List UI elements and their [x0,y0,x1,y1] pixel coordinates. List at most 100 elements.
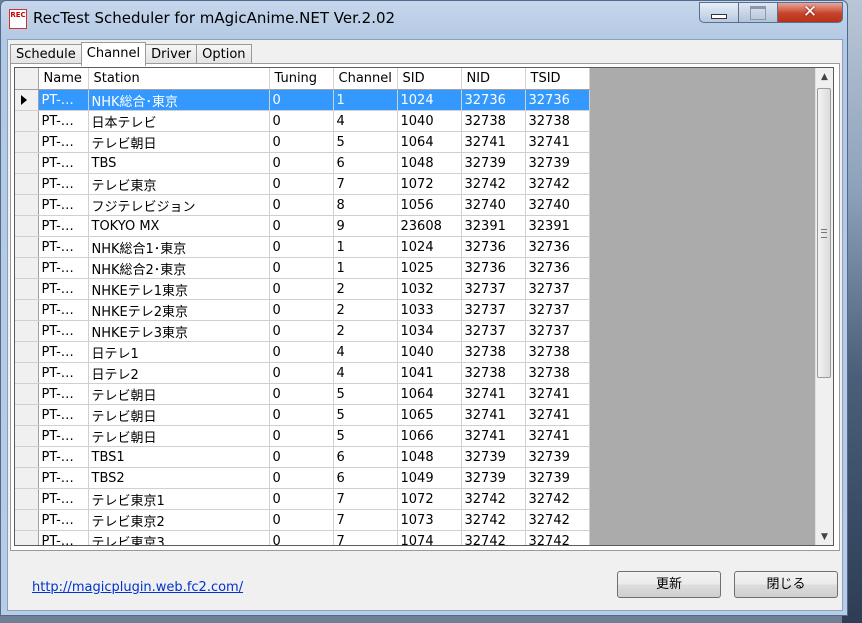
cell-tuning[interactable]: 0 [269,278,334,300]
cell-tuning[interactable]: 0 [269,320,334,342]
cell-station[interactable]: テレビ東京2 [88,509,270,531]
row-header[interactable] [15,173,39,195]
table-row[interactable]: PT-… フジテレビジョン 0 8 1056 32740 32740 [15,194,590,216]
table-row[interactable]: PT-… テレビ東京3 0 7 1074 32742 32742 [15,530,590,545]
cell-tuning[interactable]: 0 [269,131,334,153]
row-header[interactable] [15,236,39,258]
cell-station[interactable]: TBS2 [88,467,270,489]
tab-driver[interactable]: Driver [145,44,198,64]
cell-tuning[interactable]: 0 [269,530,334,545]
cell-channel[interactable]: 6 [333,152,398,174]
close-button[interactable]: 閉じる [734,571,838,598]
cell-station[interactable]: テレビ東京3 [88,530,270,545]
cell-sid[interactable]: 1049 [397,467,462,489]
cell-station[interactable]: TBS [88,152,270,174]
cell-channel[interactable]: 4 [333,110,398,132]
cell-tuning[interactable]: 0 [269,110,334,132]
cell-tsid[interactable]: 32739 [525,467,590,489]
cell-name[interactable]: PT-… [38,236,89,258]
cell-name[interactable]: PT-… [38,257,89,279]
cell-station[interactable]: NHK総合1･東京 [88,236,270,258]
cell-channel[interactable]: 2 [333,299,398,321]
cell-station[interactable]: 日本テレビ [88,110,270,132]
cell-sid[interactable]: 1040 [397,110,462,132]
cell-sid[interactable]: 23608 [397,215,462,237]
cell-nid[interactable]: 32736 [461,257,526,279]
cell-station[interactable]: 日テレ1 [88,341,270,363]
cell-nid[interactable]: 32737 [461,278,526,300]
cell-tsid[interactable]: 32738 [525,362,590,384]
cell-tuning[interactable]: 0 [269,152,334,174]
cell-tuning[interactable]: 0 [269,173,334,195]
row-header[interactable] [15,488,39,510]
cell-channel[interactable]: 7 [333,530,398,545]
cell-tuning[interactable]: 0 [269,299,334,321]
cell-name[interactable]: PT-… [38,131,89,153]
cell-station[interactable]: テレビ朝日 [88,383,270,405]
table-row[interactable]: PT-… TOKYO MX 0 9 23608 32391 32391 [15,215,590,237]
cell-nid[interactable]: 32736 [461,236,526,258]
cell-name[interactable]: PT-… [38,299,89,321]
row-header[interactable] [15,299,39,321]
table-row[interactable]: PT-… NHK総合1･東京 0 1 1024 32736 32736 [15,236,590,258]
table-row[interactable]: PT-… 日本テレビ 0 4 1040 32738 32738 [15,110,590,132]
cell-tsid[interactable]: 32742 [525,488,590,510]
cell-nid[interactable]: 32741 [461,131,526,153]
scroll-thumb[interactable] [817,88,831,378]
cell-channel[interactable]: 7 [333,488,398,510]
cell-tsid[interactable]: 32739 [525,446,590,468]
column-header-station[interactable]: Station [88,68,270,90]
cell-channel[interactable]: 8 [333,194,398,216]
cell-tuning[interactable]: 0 [269,257,334,279]
cell-sid[interactable]: 1073 [397,509,462,531]
close-window-button[interactable]: ✕ [777,2,843,23]
cell-station[interactable]: テレビ東京 [88,173,270,195]
table-row[interactable]: PT-… TBS1 0 6 1048 32739 32739 [15,446,590,468]
cell-nid[interactable]: 32742 [461,488,526,510]
column-header-tuning[interactable]: Tuning [269,68,334,90]
tab-channel[interactable]: Channel [80,42,147,66]
cell-tsid[interactable]: 32736 [525,89,590,111]
cell-channel[interactable]: 4 [333,362,398,384]
cell-name[interactable]: PT-… [38,173,89,195]
table-row[interactable]: PT-… 日テレ1 0 4 1040 32738 32738 [15,341,590,363]
cell-station[interactable]: 日テレ2 [88,362,270,384]
cell-station[interactable]: TBS1 [88,446,270,468]
row-header[interactable] [15,446,39,468]
cell-tuning[interactable]: 0 [269,362,334,384]
cell-tsid[interactable]: 32741 [525,404,590,426]
cell-name[interactable]: PT-… [38,446,89,468]
cell-name[interactable]: PT-… [38,425,89,447]
cell-channel[interactable]: 9 [333,215,398,237]
row-header[interactable] [15,320,39,342]
row-header[interactable] [15,425,39,447]
cell-tuning[interactable]: 0 [269,404,334,426]
cell-station[interactable]: NHKEテレ3東京 [88,320,270,342]
cell-nid[interactable]: 32741 [461,404,526,426]
table-row[interactable]: PT-… テレビ朝日 0 5 1064 32741 32741 [15,131,590,153]
row-header[interactable] [15,278,39,300]
cell-station[interactable]: NHK総合2･東京 [88,257,270,279]
cell-channel[interactable]: 1 [333,89,398,111]
table-row[interactable]: PT-… TBS2 0 6 1049 32739 32739 [15,467,590,489]
cell-tsid[interactable]: 32738 [525,110,590,132]
cell-sid[interactable]: 1066 [397,425,462,447]
row-header[interactable] [15,131,39,153]
cell-station[interactable]: NHK総合･東京 [88,89,270,111]
cell-name[interactable]: PT-… [38,320,89,342]
cell-tuning[interactable]: 0 [269,194,334,216]
cell-tsid[interactable]: 32742 [525,509,590,531]
cell-name[interactable]: PT-… [38,467,89,489]
cell-name[interactable]: PT-… [38,110,89,132]
cell-sid[interactable]: 1034 [397,320,462,342]
cell-channel[interactable]: 4 [333,341,398,363]
row-header[interactable] [15,257,39,279]
cell-sid[interactable]: 1074 [397,530,462,545]
cell-channel[interactable]: 6 [333,446,398,468]
update-button[interactable]: 更新 [617,571,721,598]
maximize-button[interactable] [738,2,778,23]
cell-sid[interactable]: 1024 [397,236,462,258]
cell-nid[interactable]: 32739 [461,467,526,489]
cell-tsid[interactable]: 32742 [525,530,590,545]
row-header[interactable] [15,152,39,174]
